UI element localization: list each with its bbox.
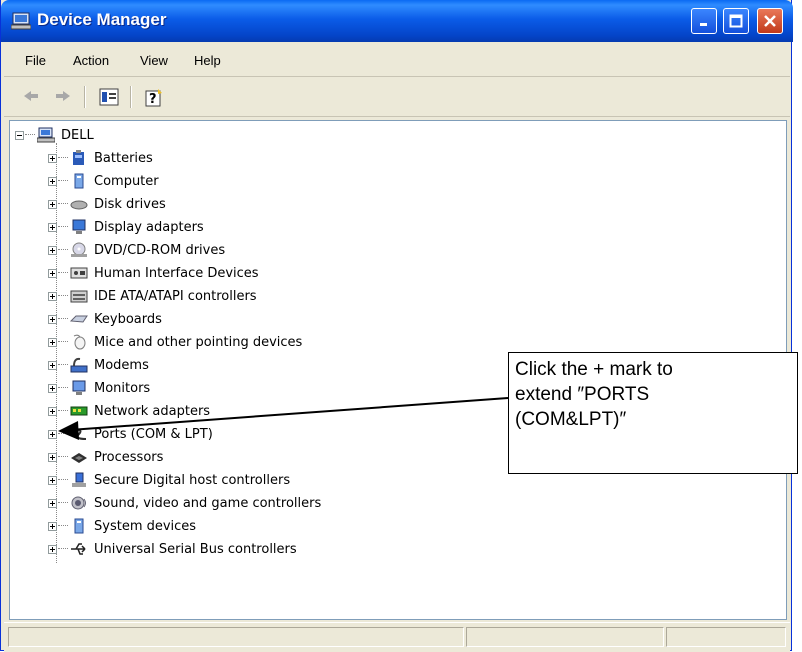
svg-text:?: ? [149,92,157,107]
tree-item-computer[interactable]: Computer [48,170,159,192]
status-cell-2 [466,627,664,647]
expand-icon[interactable] [48,360,57,370]
tree-item-ide-controllers[interactable]: IDE ATA/ATAPI controllers [48,285,257,307]
close-button[interactable] [757,8,783,34]
tree-item-processors[interactable]: Processors [48,446,163,468]
window-title: Device Manager [37,10,167,29]
minimize-button[interactable] [691,8,717,34]
computer-icon [37,127,55,143]
expand-icon[interactable] [48,475,57,485]
tree-item-usb-controllers[interactable]: Universal Serial Bus controllers [48,538,297,560]
status-cell-main [8,627,464,647]
expand-icon[interactable] [48,268,57,278]
status-cell-3 [666,627,786,647]
dvd-drive-icon [70,242,88,258]
expand-icon[interactable] [48,383,57,393]
collapse-icon[interactable] [15,130,24,140]
tree-item-mice[interactable]: Mice and other pointing devices [48,331,302,353]
tree-item-human-interface-devices[interactable]: Human Interface Devices [48,262,259,284]
device-manager-window: Device Manager File Action View Help ? D… [0,0,793,652]
usb-icon [70,541,88,557]
expand-icon[interactable] [48,337,57,347]
sound-icon [70,495,88,511]
menu-help[interactable]: Help [194,53,221,68]
callout-line-1: Click the + mark to [515,359,673,380]
expand-icon[interactable] [48,544,57,554]
tree-item-batteries[interactable]: Batteries [48,147,153,169]
menu-bar: File Action View Help [4,46,790,77]
computer-icon [10,12,32,30]
expand-icon[interactable] [48,452,57,462]
keyboard-icon [70,311,88,327]
callout-line-3: (COM&LPT)″ [515,409,627,430]
expand-icon[interactable] [48,498,57,508]
sd-controller-icon [70,472,88,488]
tree-item-network-adapters[interactable]: Network adapters [48,400,210,422]
tree-item-ports[interactable]: Ports (COM & LPT) [48,423,213,445]
port-icon [70,426,88,442]
expand-icon[interactable] [48,199,57,209]
network-adapter-icon [70,403,88,419]
status-bar [4,622,790,652]
tree-item-disk-drives[interactable]: Disk drives [48,193,166,215]
tree-item-keyboards[interactable]: Keyboards [48,308,162,330]
maximize-button[interactable] [723,8,749,34]
expand-icon[interactable] [48,314,57,324]
tree-item-sound[interactable]: Sound, video and game controllers [48,492,321,514]
display-adapter-icon [70,219,88,235]
system-device-icon [70,518,88,534]
tree-item-monitors[interactable]: Monitors [48,377,150,399]
menu-view[interactable]: View [140,53,168,68]
expand-icon[interactable] [48,176,57,186]
expand-icon[interactable] [48,521,57,531]
tree-item-sd-controllers[interactable]: Secure Digital host controllers [48,469,290,491]
tree-item-modems[interactable]: Modems [48,354,149,376]
help-icon[interactable]: ? [144,88,164,112]
menu-action[interactable]: Action [73,53,109,68]
tree-root[interactable]: DELL [15,124,94,146]
expand-icon[interactable] [48,406,57,416]
expand-icon[interactable] [48,222,57,232]
back-arrow-icon[interactable] [22,88,40,108]
modem-icon [70,357,88,373]
callout-line-2: extend ″PORTS [515,384,650,405]
expand-ports-icon[interactable] [48,429,57,439]
computer-icon [70,173,88,189]
tree-item-system-devices[interactable]: System devices [48,515,196,537]
battery-icon [70,150,88,166]
processor-icon [70,449,88,465]
ide-controller-icon [70,288,88,304]
properties-icon[interactable] [99,88,119,110]
toolbar: ? [4,78,790,117]
title-bar[interactable]: Device Manager [1,0,793,42]
expand-icon[interactable] [48,153,57,163]
expand-icon[interactable] [48,245,57,255]
tree-root-label: DELL [61,127,94,143]
tree-item-dvd-drives[interactable]: DVD/CD-ROM drives [48,239,225,261]
annotation-callout: Click the + mark to extend ″PORTS (COM&L… [508,352,798,474]
tree-item-display-adapters[interactable]: Display adapters [48,216,204,238]
menu-file[interactable]: File [25,53,46,68]
mouse-icon [70,334,88,350]
disk-drive-icon [70,196,88,212]
forward-arrow-icon[interactable] [54,88,72,108]
hid-icon [70,265,88,281]
monitor-icon [70,380,88,396]
expand-icon[interactable] [48,291,57,301]
